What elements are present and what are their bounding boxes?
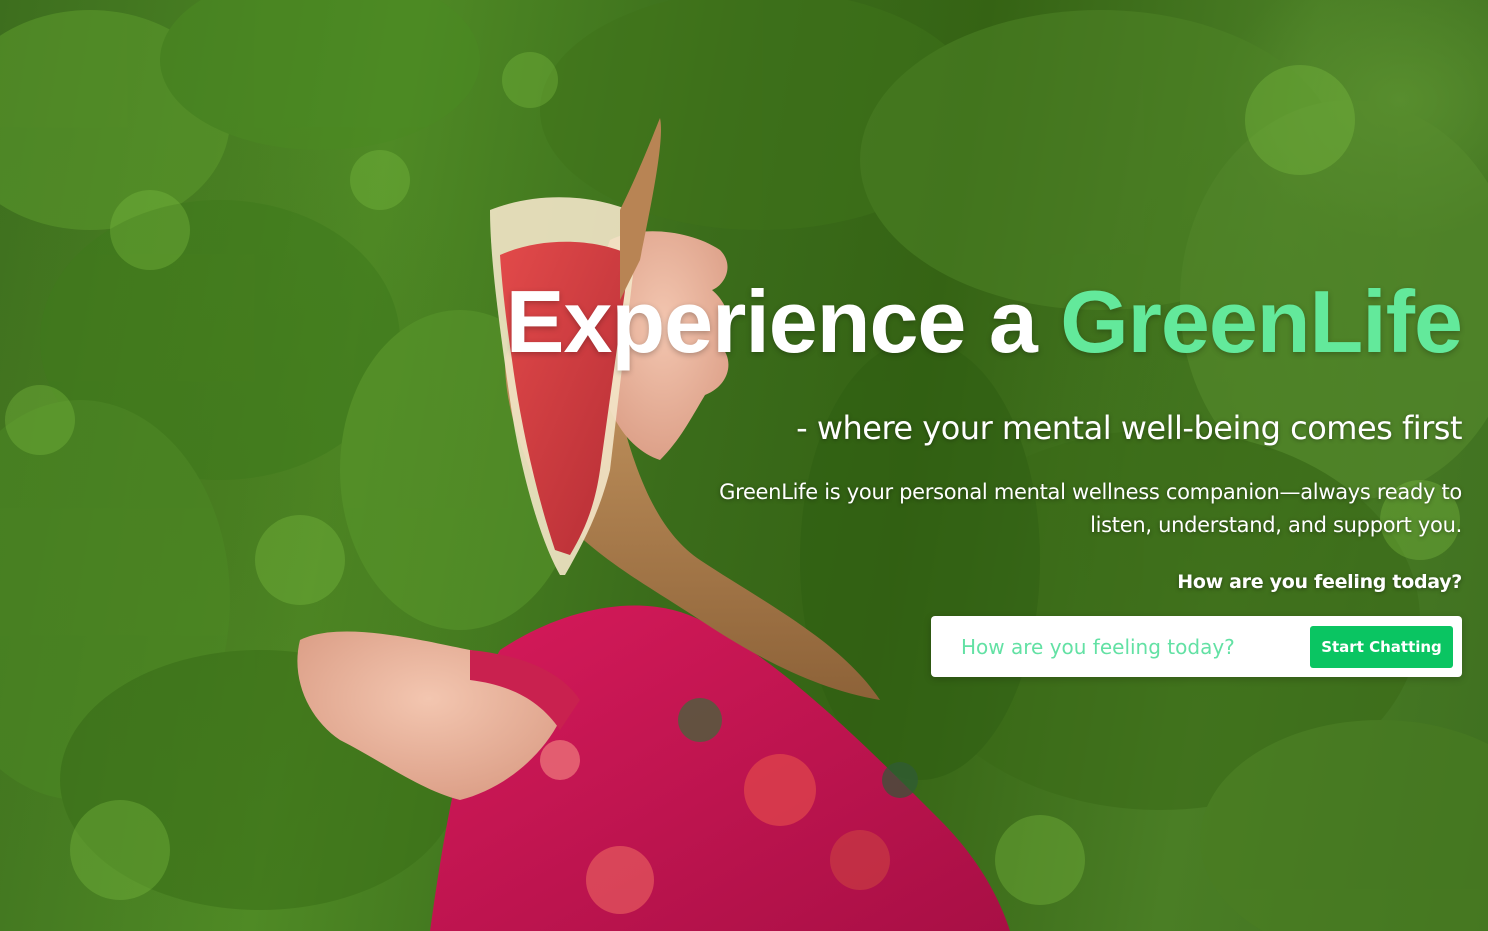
hero-section: Experience a GreenLife - where your ment…	[0, 0, 1488, 931]
headline-brand: GreenLife	[1060, 272, 1463, 371]
start-chatting-button[interactable]: Start Chatting	[1310, 625, 1453, 668]
headline-prefix: Experience a	[505, 272, 1061, 371]
feeling-prompt: How are you feeling today?	[1177, 571, 1462, 593]
feeling-input[interactable]	[959, 625, 1293, 668]
chat-start-form: Start Chatting	[931, 616, 1462, 677]
hero-content: Experience a GreenLife - where your ment…	[442, 268, 1463, 677]
hero-description: GreenLife is your personal mental wellne…	[719, 480, 1462, 537]
hero-headline: Experience a GreenLife	[442, 268, 1463, 376]
hero-subtitle: - where your mental well-being comes fir…	[796, 409, 1462, 447]
